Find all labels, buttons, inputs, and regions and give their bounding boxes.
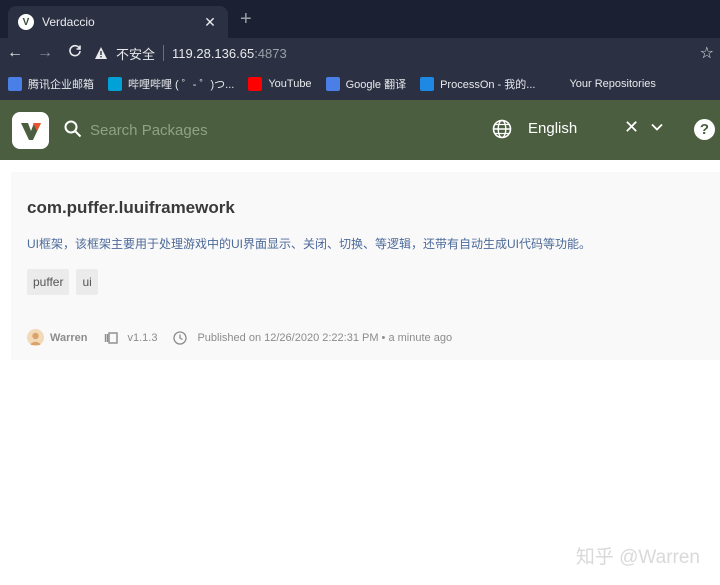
tab-close-icon[interactable]: ✕ [202, 14, 218, 31]
bookmark-label: 腾讯企业邮箱 [28, 79, 94, 91]
author-avatar [27, 329, 44, 346]
youtube-icon [248, 77, 263, 91]
bookmark-item[interactable]: YouTube [248, 77, 312, 91]
warning-icon [95, 47, 107, 59]
url-port: :4873 [254, 45, 287, 61]
reload-icon [69, 44, 81, 56]
avatar-icon [29, 332, 42, 345]
package-meta: Warren v1.1.3 Published on 12/26/2020 2:… [27, 329, 452, 346]
verdaccio-logo[interactable] [12, 112, 49, 149]
globe-icon [492, 119, 512, 139]
package-name[interactable]: com.puffer.luuiframework [27, 198, 235, 218]
tag-ui[interactable]: ui [76, 269, 98, 295]
bookmark-item[interactable]: ProcessOn - 我的... [420, 76, 535, 92]
browser-tab[interactable]: V Verdaccio ✕ [8, 6, 228, 38]
author-name[interactable]: Warren [50, 332, 88, 344]
translate-icon [325, 77, 340, 91]
verdaccio-favicon-icon: V [18, 14, 34, 30]
bookmark-item[interactable]: 腾讯企业邮箱 [8, 76, 94, 92]
bookmark-item[interactable]: Your Repositories [549, 77, 656, 91]
insecure-label: 不安全 [116, 46, 156, 62]
address-divider [163, 45, 165, 61]
bookmark-label: ProcessOn - 我的... [440, 79, 536, 91]
back-button[interactable]: ← [0, 44, 30, 62]
bookmark-label: YouTube [268, 78, 312, 90]
language-select[interactable]: English [528, 120, 577, 137]
github-icon [549, 77, 564, 91]
forward-button[interactable]: → [30, 44, 60, 62]
tab-title: Verdaccio [42, 15, 95, 29]
language-clear-icon[interactable]: ✕ [624, 117, 639, 138]
bookmark-label: 哔哩哔哩 ( ゜- ゜)つ... [128, 79, 235, 91]
bookmark-item[interactable]: 哔哩哔哩 ( ゜- ゜)つ... [108, 76, 234, 92]
browser-tab-bar: V Verdaccio ✕ + [0, 0, 720, 38]
package-description: UI框架，该框架主要用于处理游戏中的UI界面显示、关闭、切换、等逻辑，还带有自动… [27, 237, 592, 251]
search-icon [64, 120, 82, 138]
bookmark-label: Your Repositories [569, 78, 656, 90]
package-version: v1.1.3 [127, 331, 158, 344]
reload-button[interactable] [60, 44, 90, 63]
published-date: Published on 12/26/2020 2:22:31 PM • a m… [197, 331, 453, 344]
verdaccio-logo-icon [20, 122, 41, 140]
package-card[interactable]: com.puffer.luuiframework UI框架，该框架主要用于处理游… [11, 172, 720, 360]
bookmark-star-icon[interactable]: ☆ [700, 43, 714, 63]
bilibili-icon [108, 77, 122, 91]
clock-icon [173, 330, 188, 345]
version-icon [104, 331, 118, 344]
bookmark-label: Google 翻译 [345, 79, 407, 91]
chevron-down-icon[interactable] [650, 120, 664, 134]
search-input[interactable] [90, 118, 390, 142]
watermark: 知乎 @Warren [575, 547, 700, 568]
url-host: 119.28.136.65 [172, 45, 255, 61]
address-bar[interactable]: 不安全 119.28.136.65:4873 [94, 44, 287, 63]
new-tab-button[interactable]: + [240, 8, 252, 31]
browser-toolbar: ← → 不安全 119.28.136.65:4873 ☆ [0, 38, 720, 68]
bookmarks-bar: 腾讯企业邮箱 哔哩哔哩 ( ゜- ゜)つ... YouTube Google 翻译 Pr… [0, 68, 720, 100]
mail-icon [8, 77, 22, 91]
tag-puffer[interactable]: puffer [27, 269, 70, 295]
processon-icon [420, 77, 435, 91]
help-icon[interactable]: ? [694, 119, 715, 140]
app-header: English ✕ ? [0, 100, 720, 160]
bookmark-item[interactable]: Google 翻译 [325, 76, 407, 92]
package-tags: puffer ui [27, 269, 105, 295]
